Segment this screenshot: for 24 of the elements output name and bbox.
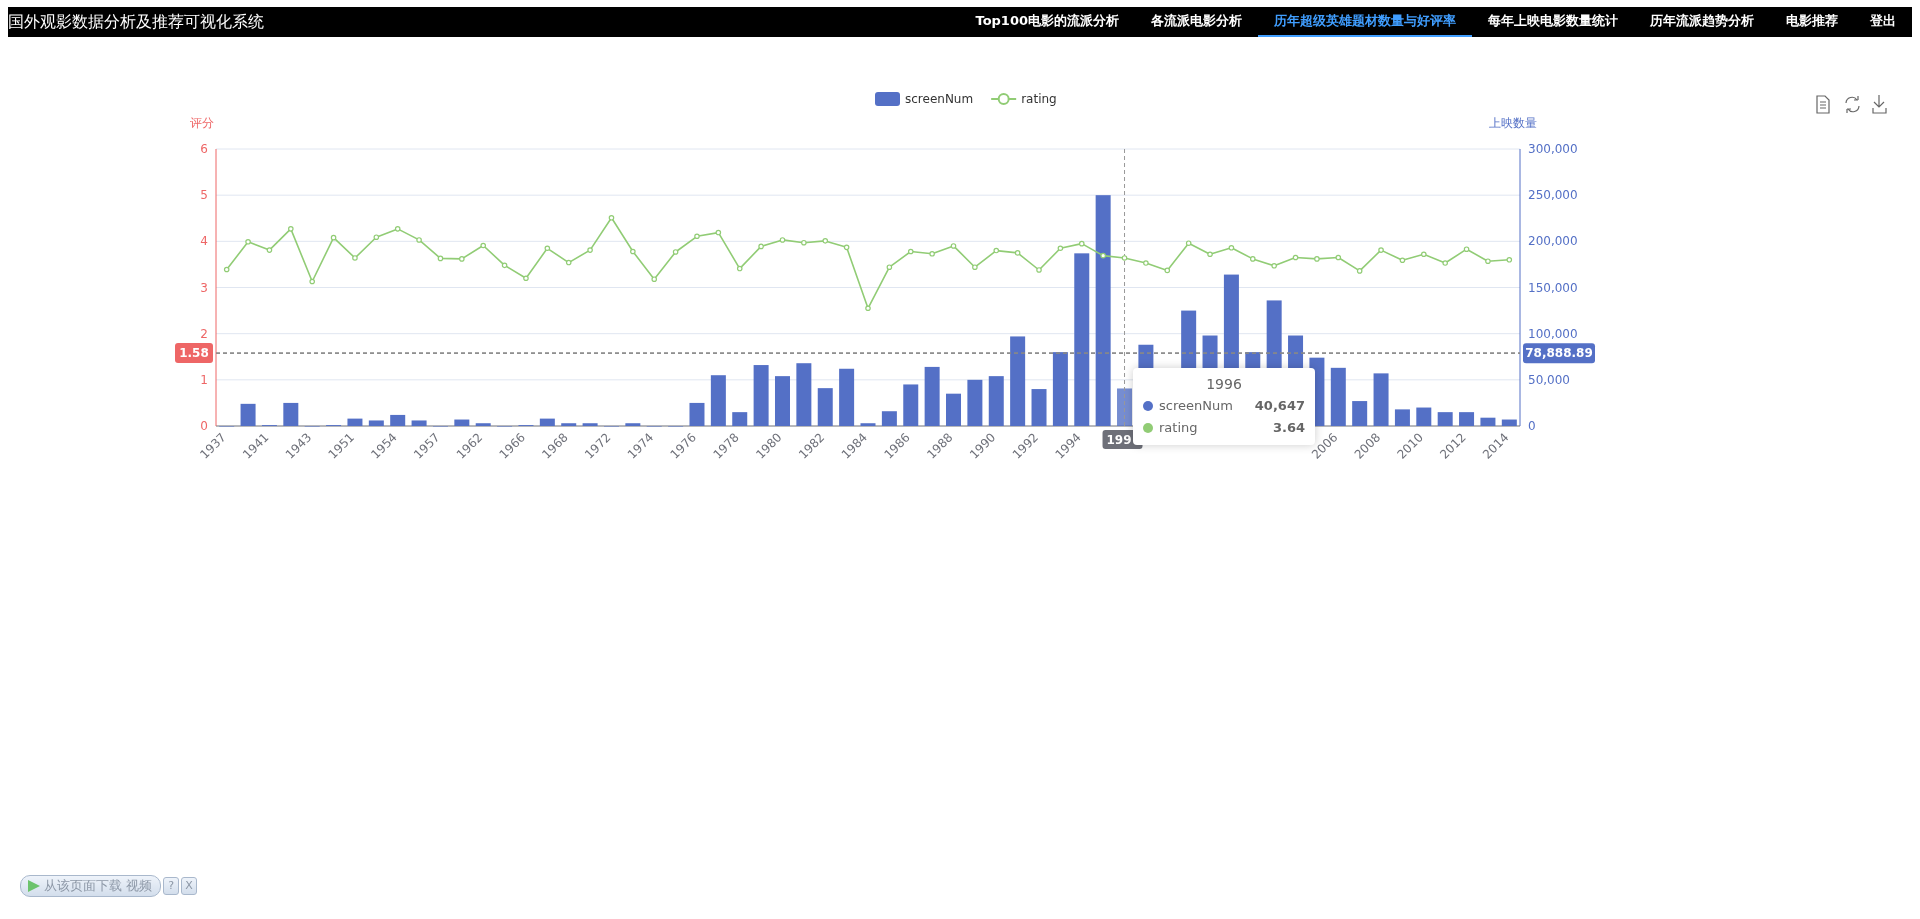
- axis-label: 50,000: [1528, 372, 1570, 387]
- axis-label: 4: [200, 234, 208, 249]
- series-name: rating: [1159, 419, 1198, 437]
- series-value: 3.64: [1272, 419, 1305, 437]
- pointer-label: 1.58: [175, 343, 213, 364]
- series-value: 40,647: [1254, 397, 1305, 415]
- axis-label: 3: [200, 280, 208, 295]
- axis-label: 0: [200, 419, 208, 433]
- series-name: screenNum: [1159, 397, 1233, 415]
- pointer-label: 78,888.89: [1523, 343, 1595, 364]
- axis-label: 300,000: [1528, 142, 1578, 156]
- axis-label: 5: [200, 188, 208, 203]
- axis-label: 2: [200, 326, 208, 341]
- axis-title: 评分: [190, 116, 214, 130]
- axis-label: 200,000: [1528, 234, 1578, 249]
- axis-title: 上映数量: [1489, 116, 1537, 130]
- axis-label: 150,000: [1528, 280, 1578, 295]
- tooltip-title: 1996: [1205, 375, 1243, 394]
- axis-label: 1: [200, 372, 208, 387]
- axis-label: 100,000: [1528, 326, 1578, 341]
- axis-label: 250,000: [1528, 188, 1578, 203]
- axis-label: 0: [1528, 419, 1536, 433]
- axis-label: 6: [200, 142, 208, 156]
- app-title: 国外观影数据分析及推荐可视化系统: [8, 11, 264, 33]
